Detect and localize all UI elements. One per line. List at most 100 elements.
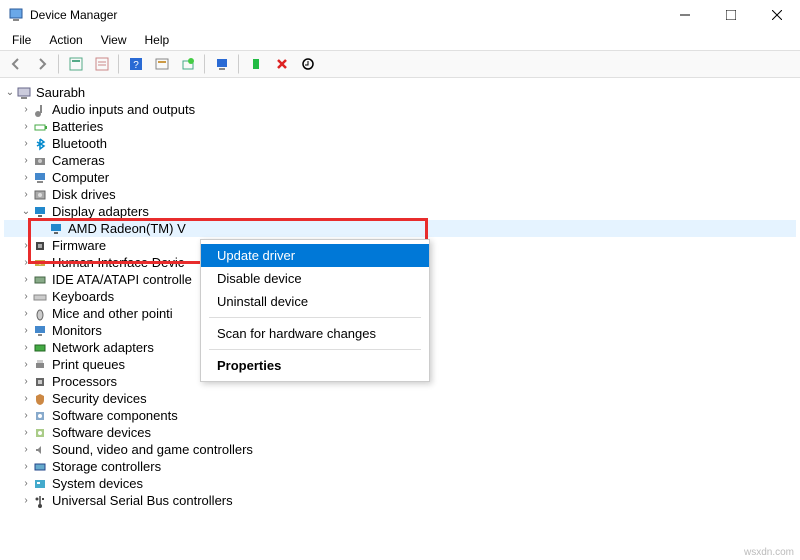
tree-category[interactable]: ›Cameras bbox=[4, 152, 796, 169]
help-icon[interactable]: ? bbox=[124, 52, 148, 76]
network-icon bbox=[32, 340, 48, 356]
back-button[interactable] bbox=[4, 52, 28, 76]
collapse-icon[interactable]: ⌄ bbox=[20, 203, 32, 220]
toolbar-btn-4[interactable] bbox=[150, 52, 174, 76]
tree-category[interactable]: ⌄Display adapters bbox=[4, 203, 796, 220]
expand-icon[interactable]: › bbox=[20, 152, 32, 169]
tree-category[interactable]: › Security devices bbox=[4, 390, 796, 407]
firmware-icon bbox=[32, 238, 48, 254]
toolbar-btn-1[interactable] bbox=[64, 52, 88, 76]
separator bbox=[238, 54, 240, 74]
expand-icon[interactable]: › bbox=[20, 339, 32, 356]
expand-icon[interactable]: › bbox=[20, 424, 32, 441]
expand-icon[interactable]: › bbox=[20, 169, 32, 186]
menu-help[interactable]: Help bbox=[137, 31, 178, 49]
toolbar-btn-7[interactable] bbox=[296, 52, 320, 76]
disk-icon bbox=[32, 187, 48, 203]
expand-icon[interactable]: › bbox=[20, 254, 32, 271]
menu-bar: File Action View Help bbox=[0, 30, 800, 50]
tree-category[interactable]: › Storage controllers bbox=[4, 458, 796, 475]
expand-icon[interactable]: › bbox=[20, 118, 32, 135]
category-label: Storage controllers bbox=[52, 458, 161, 475]
toolbar-btn-2[interactable] bbox=[90, 52, 114, 76]
scan-icon[interactable] bbox=[210, 52, 234, 76]
category-label: Bluetooth bbox=[52, 135, 107, 152]
monitor-icon bbox=[32, 323, 48, 339]
swcomp-icon bbox=[32, 408, 48, 424]
expand-icon[interactable]: › bbox=[20, 271, 32, 288]
keyboard-icon bbox=[32, 289, 48, 305]
ctx-disable-device[interactable]: Disable device bbox=[201, 267, 429, 290]
tree-category[interactable]: › Computer bbox=[4, 169, 796, 186]
tree-category[interactable]: › Bluetooth bbox=[4, 135, 796, 152]
title-bar: Device Manager bbox=[0, 0, 800, 30]
expand-icon[interactable]: › bbox=[20, 305, 32, 322]
category-label: Monitors bbox=[52, 322, 102, 339]
close-button[interactable] bbox=[754, 0, 800, 30]
context-menu: Update driver Disable device Uninstall d… bbox=[200, 239, 430, 382]
expand-icon[interactable]: › bbox=[20, 237, 32, 254]
tree-root[interactable]: ⌄ Saurabh bbox=[4, 84, 796, 101]
expand-icon[interactable]: › bbox=[20, 492, 32, 509]
expand-icon[interactable]: › bbox=[20, 390, 32, 407]
tree-category[interactable]: ›Software components bbox=[4, 407, 796, 424]
menu-view[interactable]: View bbox=[93, 31, 135, 49]
expand-icon[interactable]: › bbox=[20, 288, 32, 305]
expand-icon[interactable]: › bbox=[20, 407, 32, 424]
category-label: Batteries bbox=[52, 118, 103, 135]
sound-icon bbox=[32, 442, 48, 458]
category-label: System devices bbox=[52, 475, 143, 492]
expand-icon[interactable]: › bbox=[20, 322, 32, 339]
expand-icon[interactable]: › bbox=[20, 135, 32, 152]
collapse-icon[interactable]: ⌄ bbox=[4, 84, 16, 101]
cpu-icon bbox=[32, 374, 48, 390]
ctx-scan[interactable]: Scan for hardware changes bbox=[201, 322, 429, 345]
ctx-properties[interactable]: Properties bbox=[201, 354, 429, 377]
toolbar-btn-5[interactable] bbox=[176, 52, 200, 76]
computer-icon bbox=[16, 85, 32, 101]
ctx-uninstall-device[interactable]: Uninstall device bbox=[201, 290, 429, 313]
expand-icon[interactable]: › bbox=[20, 458, 32, 475]
ide-icon bbox=[32, 272, 48, 288]
system-icon bbox=[32, 476, 48, 492]
battery-icon bbox=[32, 119, 48, 135]
hid-icon bbox=[32, 255, 48, 271]
expand-icon[interactable]: › bbox=[20, 186, 32, 203]
tree-category[interactable]: ›Sound, video and game controllers bbox=[4, 441, 796, 458]
ctx-update-driver[interactable]: Update driver bbox=[201, 244, 429, 267]
category-label: Mice and other pointi bbox=[52, 305, 173, 322]
tree-category[interactable]: ›Software devices bbox=[4, 424, 796, 441]
display-icon bbox=[48, 221, 64, 237]
category-label: Security devices bbox=[52, 390, 147, 407]
delete-icon[interactable] bbox=[270, 52, 294, 76]
category-label: Human Interface Devic bbox=[52, 254, 184, 271]
svg-text:?: ? bbox=[133, 60, 139, 71]
tree-category[interactable]: ›Universal Serial Bus controllers bbox=[4, 492, 796, 509]
toolbar-btn-6[interactable] bbox=[244, 52, 268, 76]
toolbar: ? bbox=[0, 50, 800, 78]
expand-icon[interactable]: › bbox=[20, 441, 32, 458]
storage-icon bbox=[32, 459, 48, 475]
category-label: Computer bbox=[52, 169, 109, 186]
tree-device-selected[interactable]: AMD Radeon(TM) V bbox=[4, 220, 796, 237]
maximize-button[interactable] bbox=[708, 0, 754, 30]
category-label: Print queues bbox=[52, 356, 125, 373]
tree-category[interactable]: ›Disk drives bbox=[4, 186, 796, 203]
expand-icon[interactable]: › bbox=[20, 475, 32, 492]
forward-button[interactable] bbox=[30, 52, 54, 76]
menu-file[interactable]: File bbox=[4, 31, 39, 49]
security-icon bbox=[32, 391, 48, 407]
usb-icon bbox=[32, 493, 48, 509]
separator bbox=[58, 54, 60, 74]
expand-icon[interactable]: › bbox=[20, 356, 32, 373]
menu-action[interactable]: Action bbox=[41, 31, 90, 49]
expand-icon[interactable]: › bbox=[20, 373, 32, 390]
tree-category[interactable]: ›Audio inputs and outputs bbox=[4, 101, 796, 118]
swdev-icon bbox=[32, 425, 48, 441]
minimize-button[interactable] bbox=[662, 0, 708, 30]
tree-category[interactable]: › System devices bbox=[4, 475, 796, 492]
tree-category[interactable]: › Batteries bbox=[4, 118, 796, 135]
window-title: Device Manager bbox=[30, 8, 117, 22]
expand-icon[interactable]: › bbox=[20, 101, 32, 118]
separator bbox=[204, 54, 206, 74]
